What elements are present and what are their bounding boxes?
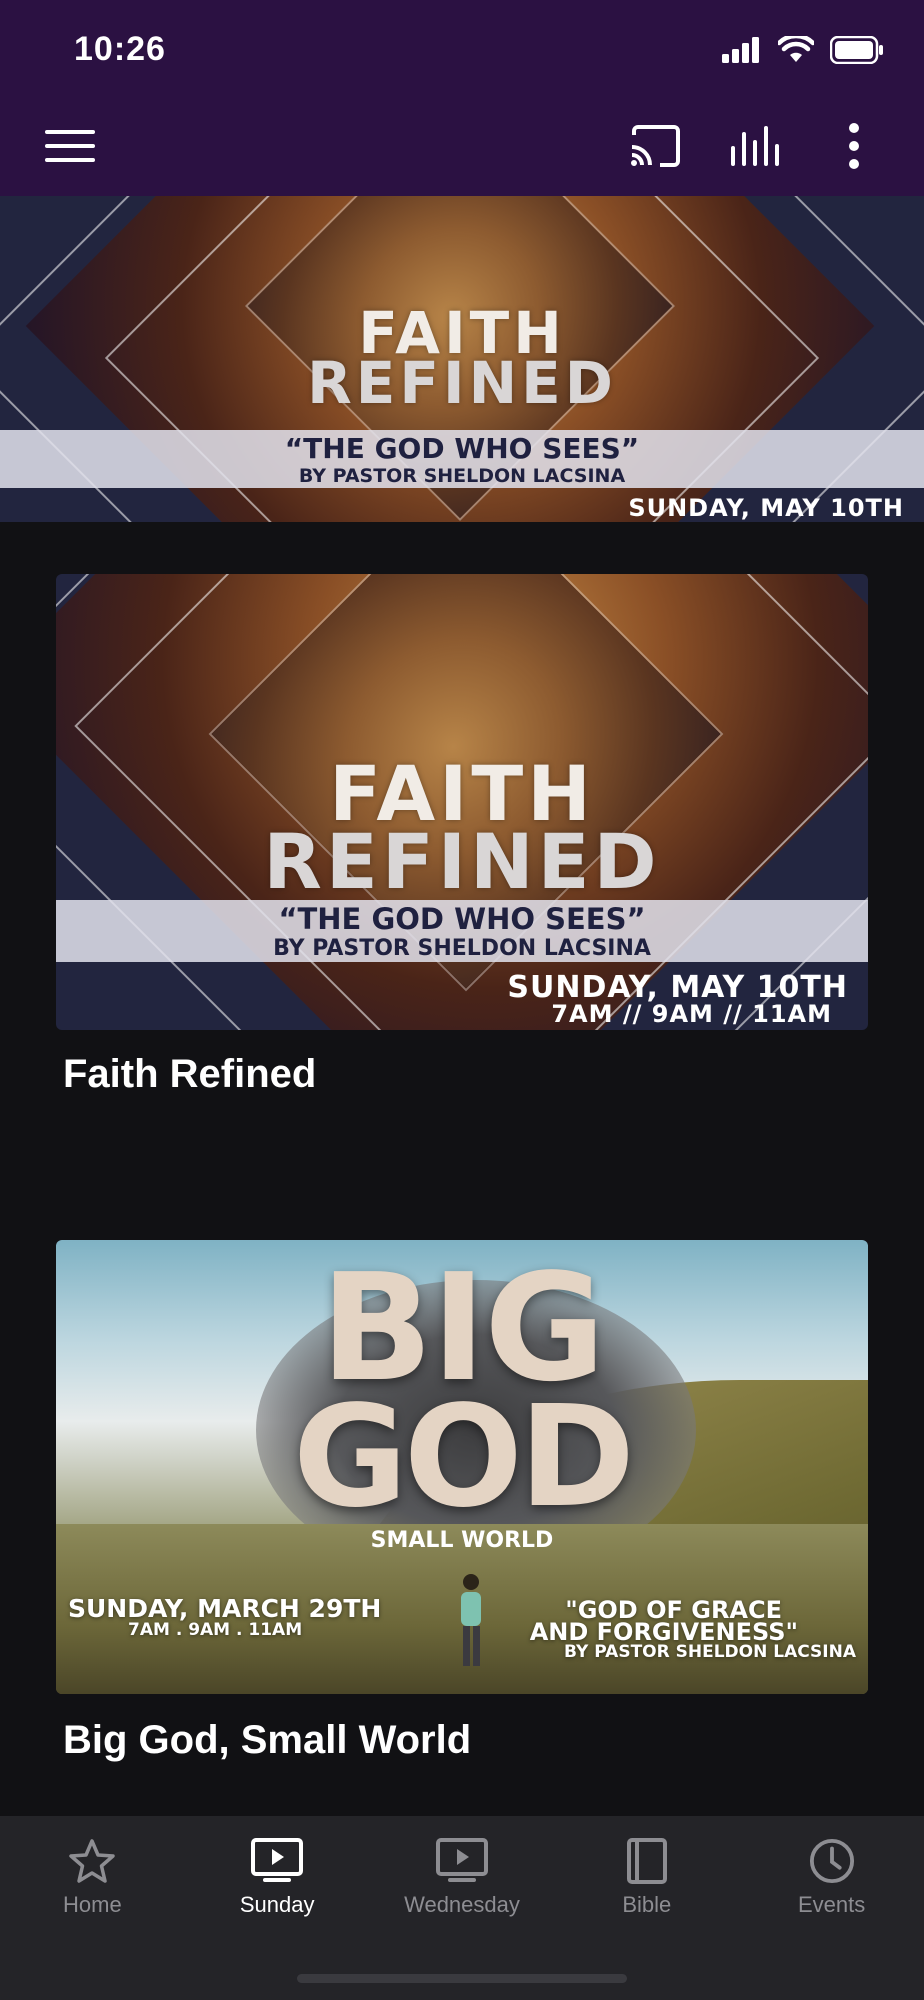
sermon-art-title-line2: REFINED [263,817,661,906]
sermon-title[interactable]: Faith Refined [63,1052,316,1097]
sermon-artwork: BIG GOD SMALL WORLD SUNDAY, MARCH 29TH 7… [56,1240,868,1694]
sermon-art-byline: BY PASTOR SHELDON LACSINA [564,1642,856,1662]
nav-wednesday[interactable]: Wednesday [370,1816,555,2000]
nav-sunday-label: Sunday [239,1892,315,1917]
battery-icon [830,36,883,64]
star-icon [69,1839,116,1883]
hero-title-line2: REFINED [307,349,617,417]
more-options-button[interactable] [824,116,884,176]
sermon-art-date: SUNDAY, MARCH 29TH [68,1594,382,1623]
sermon-art-quote-strip: “THE GOD WHO SEES” BY PASTOR SHELDON LAC… [56,900,868,962]
home-indicator [297,1974,627,1983]
hero-date: SUNDAY, MAY 10TH [628,494,904,522]
cast-icon [631,125,680,167]
status-icons [722,36,884,64]
status-time: 10:26 [74,30,166,68]
sermon-card-thumbnail[interactable]: FAITH REFINED “THE GOD WHO SEES” BY PAST… [56,574,868,1030]
hero-artwork: FAITH REFINED “THE GOD WHO SEES” BY PAST… [0,196,924,522]
sermon-art-subtitle: SMALL WORLD [370,1528,554,1553]
book-icon [626,1838,667,1884]
more-vertical-icon [849,123,859,169]
hero-byline: BY PASTOR SHELDON LACSINA [298,465,626,487]
menu-button[interactable] [40,116,100,176]
hero-quote: “THE GOD WHO SEES” [284,432,640,465]
nav-bible[interactable]: Bible [554,1816,739,2000]
sermon-art-quote: “THE GOD WHO SEES” [278,902,646,936]
sermon-art-times: 7AM . 9AM . 11AM [128,1620,303,1640]
clock-icon [809,1838,854,1884]
hero-banner[interactable]: FAITH REFINED “THE GOD WHO SEES” BY PAST… [0,196,924,522]
wifi-icon [778,36,814,62]
cast-button[interactable] [626,116,686,176]
sermon-card-thumbnail[interactable]: BIG GOD SMALL WORLD SUNDAY, MARCH 29TH 7… [56,1240,868,1694]
hero-quote-strip: “THE GOD WHO SEES” BY PASTOR SHELDON LAC… [0,430,924,488]
signal-icon [722,37,759,63]
bottom-navigation: Home Sunday Wednesday Bible Events [0,1816,924,2000]
sermon-art-quote-line2: AND FORGIVENESS" [529,1618,798,1646]
play-screen-icon [435,1838,488,1882]
app-header: 10:26 [0,0,924,196]
sermon-artwork: FAITH REFINED “THE GOD WHO SEES” BY PAST… [56,574,868,1030]
audio-bars-icon [731,126,779,166]
nav-home[interactable]: Home [0,1816,185,2000]
menu-icon [45,130,95,162]
nav-sunday[interactable]: Sunday [185,1816,370,2000]
sermon-art-times: 7AM // 9AM // 11AM [551,1000,832,1028]
nav-home-label: Home [63,1892,122,1917]
nav-wednesday-label: Wednesday [404,1892,520,1917]
sermon-art-byline: BY PASTOR SHELDON LACSINA [273,936,651,961]
play-screen-icon [251,1838,304,1882]
sermon-title[interactable]: Big God, Small World [63,1718,471,1763]
sermon-art-title-line2: GOD [292,1376,635,1539]
audio-button[interactable] [725,116,785,176]
nav-events-label: Events [797,1892,866,1917]
hiker-figure [461,1574,481,1666]
nav-bible-label: Bible [622,1892,672,1917]
nav-events[interactable]: Events [739,1816,924,2000]
